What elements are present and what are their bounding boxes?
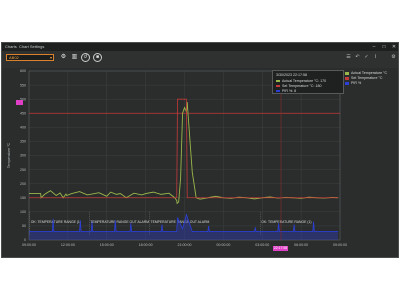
tooltip-swatch bbox=[276, 85, 280, 88]
tooltip-row-pir: PIR %: 8 bbox=[276, 89, 296, 93]
tooltip-time: 3/30/2023 22:17:58 bbox=[276, 73, 307, 77]
y-tick-label: 150 bbox=[20, 196, 26, 200]
app-window: Charts Chart Settings – □ ✕ AB02 ▾ ⚙ ▥ ↺… bbox=[1, 42, 399, 258]
series-line-1 bbox=[29, 98, 339, 199]
y-tick-label: 0 bbox=[24, 238, 26, 242]
y-tick-label: 600 bbox=[20, 69, 26, 73]
y-tick-label: 200 bbox=[20, 182, 26, 186]
y-tick-label: 550 bbox=[20, 83, 26, 87]
y-tick-label: 100 bbox=[20, 210, 26, 214]
x-tick-label: 06:00:00 bbox=[294, 243, 308, 247]
legend-label: Set Temperature °C bbox=[351, 76, 383, 80]
series-line-0 bbox=[29, 101, 339, 205]
y-tick-label: 450 bbox=[20, 111, 26, 115]
event-marker-label: OK: TEMPERATURE RANGE (1) bbox=[261, 220, 311, 224]
x-selection-label: 22:17:58 bbox=[273, 246, 288, 251]
y-tick-label: 250 bbox=[20, 168, 26, 172]
y-selection-marker bbox=[16, 100, 23, 105]
y-axis-title: Temperature °C bbox=[7, 142, 11, 168]
data-tooltip: 3/30/2023 22:17:58 Actual Temperature °C… bbox=[272, 70, 344, 94]
y-tick-label: 300 bbox=[20, 154, 26, 158]
tooltip-row-set: Set Temperature °C: 180 bbox=[276, 84, 322, 88]
legend-label: Actual Temperature °C bbox=[351, 71, 388, 75]
series-area-pir bbox=[29, 214, 339, 240]
y-tick-label: 350 bbox=[20, 140, 26, 144]
tooltip-swatch bbox=[276, 80, 280, 83]
legend-item-actual[interactable]: Actual Temperature °C bbox=[345, 71, 387, 75]
x-tick-label: 00:00:00 bbox=[216, 243, 230, 247]
event-marker-label: TEMPERATURE RANGE OUT ALARM bbox=[90, 220, 149, 224]
y-tick-label: 50 bbox=[22, 224, 26, 228]
x-tick-label: 18:00:00 bbox=[139, 243, 153, 247]
x-tick-label: 12:00:00 bbox=[61, 243, 75, 247]
x-tick-label: 09:00:00 bbox=[333, 243, 347, 247]
tooltip-text: Set Temperature °C: 180 bbox=[282, 84, 322, 88]
y-tick-label: 400 bbox=[20, 126, 26, 130]
legend-swatch bbox=[345, 76, 349, 80]
event-marker-label: OK: TEMPERATURE RANGE (1) bbox=[31, 220, 81, 224]
tooltip-text: PIR %: 8 bbox=[282, 89, 297, 93]
legend-swatch bbox=[345, 71, 349, 75]
tooltip-row-actual: Actual Temperature °C: 170 bbox=[276, 79, 326, 83]
legend-item-pir[interactable]: PIR % bbox=[345, 81, 361, 85]
legend-swatch bbox=[345, 81, 349, 85]
x-tick-label: 09:00:00 bbox=[22, 243, 36, 247]
legend-label: PIR % bbox=[351, 81, 362, 85]
x-tick-label: 15:00:00 bbox=[100, 243, 114, 247]
x-tick-label: 21:00:00 bbox=[178, 243, 192, 247]
tooltip-swatch bbox=[276, 90, 280, 93]
legend-item-set[interactable]: Set Temperature °C bbox=[345, 76, 383, 80]
x-tick-label: 03:00:00 bbox=[255, 243, 269, 247]
chart-legend: Actual Temperature °C Set Temperature °C… bbox=[345, 71, 396, 87]
tooltip-text: Actual Temperature °C: 170 bbox=[282, 79, 327, 83]
